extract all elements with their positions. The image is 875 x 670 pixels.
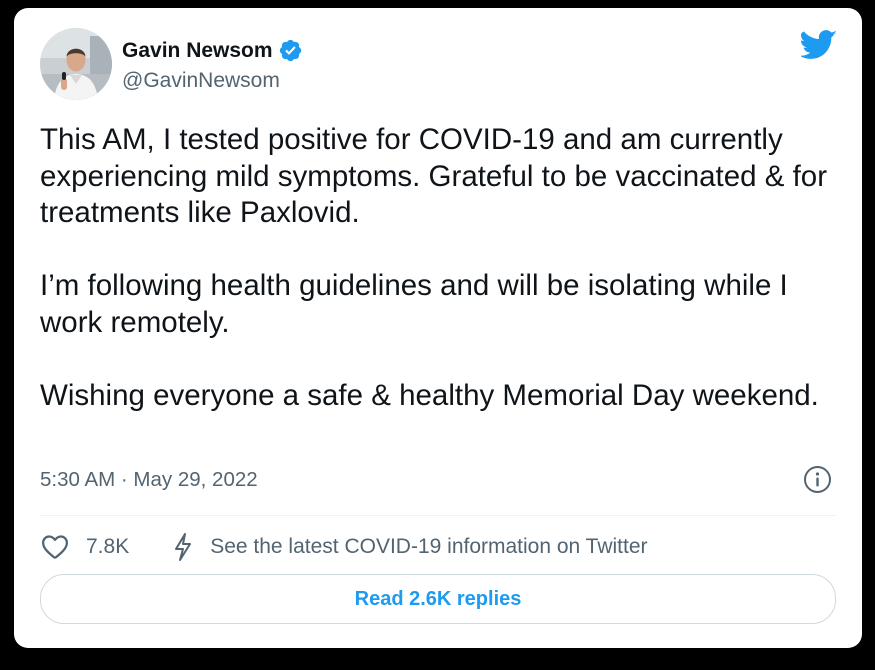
covid-info-label[interactable]: See the latest COVID-19 information on T…	[210, 534, 647, 560]
tweet-paragraph: I’m following health guidelines and will…	[40, 269, 788, 339]
tweet-timestamp[interactable]: 5:30 AM · May 29, 2022	[40, 467, 258, 493]
read-replies-label: Read 2.6K replies	[354, 587, 522, 610]
avatar[interactable]	[40, 28, 112, 100]
read-replies-button[interactable]: Read 2.6K replies	[40, 574, 836, 624]
tweet-text: This AM, I tested positive for COVID-19 …	[40, 122, 840, 414]
like-count: 7.8K	[86, 535, 130, 558]
tweet-paragraph: This AM, I tested positive for COVID-19 …	[40, 123, 828, 229]
info-icon[interactable]	[803, 465, 832, 494]
tweet-actions: 7.8K See the latest COVID-19 information…	[40, 527, 648, 567]
avatar-image	[40, 28, 112, 100]
like-button[interactable]: 7.8K	[40, 532, 129, 562]
heart-icon[interactable]	[40, 532, 70, 562]
tweet-card: Gavin Newsom @GavinNewsom This AM, I tes…	[14, 8, 862, 648]
verified-badge-icon	[278, 38, 303, 63]
author-name-row[interactable]: Gavin Newsom	[122, 38, 303, 63]
twitter-bird-icon[interactable]	[799, 30, 838, 60]
divider	[40, 515, 836, 516]
author-handle[interactable]: @GavinNewsom	[122, 69, 280, 93]
tweet-paragraph: Wishing everyone a safe & healthy Memori…	[40, 378, 819, 412]
lightning-bolt-icon	[172, 532, 194, 562]
covid-info-link[interactable]: See the latest COVID-19 information on T…	[172, 532, 648, 562]
author-display-name[interactable]: Gavin Newsom	[122, 39, 273, 63]
